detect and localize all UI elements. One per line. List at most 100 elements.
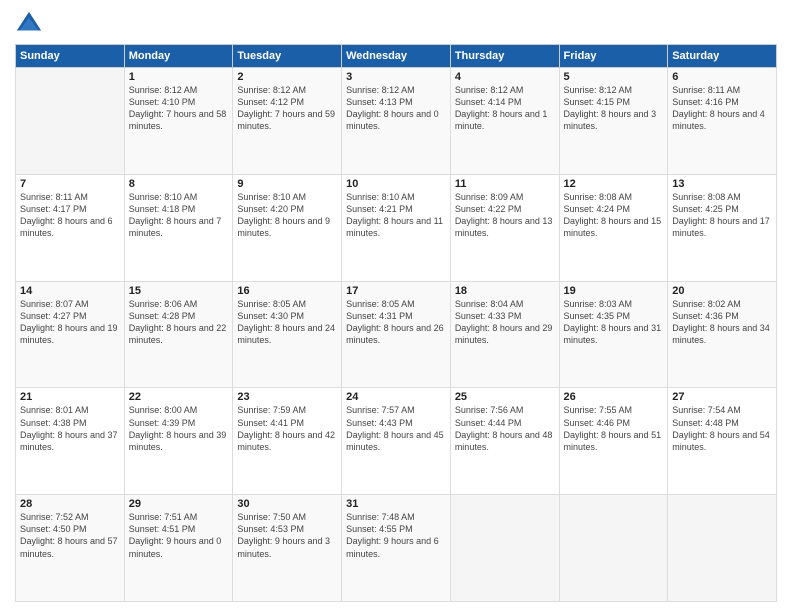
day-number: 1 bbox=[129, 71, 229, 83]
day-detail: Sunrise: 8:12 AMSunset: 4:12 PMDaylight:… bbox=[237, 84, 337, 133]
page: SundayMondayTuesdayWednesdayThursdayFrid… bbox=[0, 0, 792, 612]
day-detail: Sunrise: 8:12 AMSunset: 4:10 PMDaylight:… bbox=[129, 84, 229, 133]
day-number: 28 bbox=[20, 498, 120, 510]
logo-icon bbox=[15, 10, 43, 38]
header bbox=[15, 10, 777, 38]
day-cell: 8Sunrise: 8:10 AMSunset: 4:18 PMDaylight… bbox=[124, 174, 233, 281]
logo bbox=[15, 10, 47, 38]
day-number: 21 bbox=[20, 391, 120, 403]
day-number: 16 bbox=[237, 285, 337, 297]
day-detail: Sunrise: 8:01 AMSunset: 4:38 PMDaylight:… bbox=[20, 404, 120, 453]
day-cell: 18Sunrise: 8:04 AMSunset: 4:33 PMDayligh… bbox=[450, 281, 559, 388]
day-number: 12 bbox=[564, 178, 664, 190]
day-detail: Sunrise: 8:11 AMSunset: 4:17 PMDaylight:… bbox=[20, 191, 120, 240]
day-detail: Sunrise: 7:59 AMSunset: 4:41 PMDaylight:… bbox=[237, 404, 337, 453]
day-detail: Sunrise: 8:05 AMSunset: 4:31 PMDaylight:… bbox=[346, 298, 446, 347]
day-detail: Sunrise: 7:57 AMSunset: 4:43 PMDaylight:… bbox=[346, 404, 446, 453]
week-row-4: 28Sunrise: 7:52 AMSunset: 4:50 PMDayligh… bbox=[16, 495, 777, 602]
day-detail: Sunrise: 7:51 AMSunset: 4:51 PMDaylight:… bbox=[129, 511, 229, 560]
calendar-header: SundayMondayTuesdayWednesdayThursdayFrid… bbox=[16, 45, 777, 68]
day-number: 29 bbox=[129, 498, 229, 510]
header-saturday: Saturday bbox=[668, 45, 777, 68]
day-detail: Sunrise: 7:48 AMSunset: 4:55 PMDaylight:… bbox=[346, 511, 446, 560]
day-detail: Sunrise: 8:12 AMSunset: 4:14 PMDaylight:… bbox=[455, 84, 555, 133]
day-cell: 6Sunrise: 8:11 AMSunset: 4:16 PMDaylight… bbox=[668, 68, 777, 175]
header-friday: Friday bbox=[559, 45, 668, 68]
day-detail: Sunrise: 8:08 AMSunset: 4:24 PMDaylight:… bbox=[564, 191, 664, 240]
day-number: 27 bbox=[672, 391, 772, 403]
day-detail: Sunrise: 7:54 AMSunset: 4:48 PMDaylight:… bbox=[672, 404, 772, 453]
day-detail: Sunrise: 8:10 AMSunset: 4:21 PMDaylight:… bbox=[346, 191, 446, 240]
day-number: 5 bbox=[564, 71, 664, 83]
day-number: 13 bbox=[672, 178, 772, 190]
day-detail: Sunrise: 8:06 AMSunset: 4:28 PMDaylight:… bbox=[129, 298, 229, 347]
day-number: 18 bbox=[455, 285, 555, 297]
day-cell: 22Sunrise: 8:00 AMSunset: 4:39 PMDayligh… bbox=[124, 388, 233, 495]
week-row-1: 7Sunrise: 8:11 AMSunset: 4:17 PMDaylight… bbox=[16, 174, 777, 281]
day-cell: 13Sunrise: 8:08 AMSunset: 4:25 PMDayligh… bbox=[668, 174, 777, 281]
header-monday: Monday bbox=[124, 45, 233, 68]
day-cell: 7Sunrise: 8:11 AMSunset: 4:17 PMDaylight… bbox=[16, 174, 125, 281]
day-number: 24 bbox=[346, 391, 446, 403]
day-number: 7 bbox=[20, 178, 120, 190]
week-row-0: 1Sunrise: 8:12 AMSunset: 4:10 PMDaylight… bbox=[16, 68, 777, 175]
day-detail: Sunrise: 7:50 AMSunset: 4:53 PMDaylight:… bbox=[237, 511, 337, 560]
day-cell bbox=[16, 68, 125, 175]
day-cell: 12Sunrise: 8:08 AMSunset: 4:24 PMDayligh… bbox=[559, 174, 668, 281]
day-detail: Sunrise: 8:03 AMSunset: 4:35 PMDaylight:… bbox=[564, 298, 664, 347]
header-wednesday: Wednesday bbox=[342, 45, 451, 68]
day-cell: 5Sunrise: 8:12 AMSunset: 4:15 PMDaylight… bbox=[559, 68, 668, 175]
day-number: 4 bbox=[455, 71, 555, 83]
day-cell: 27Sunrise: 7:54 AMSunset: 4:48 PMDayligh… bbox=[668, 388, 777, 495]
day-detail: Sunrise: 8:09 AMSunset: 4:22 PMDaylight:… bbox=[455, 191, 555, 240]
day-cell: 16Sunrise: 8:05 AMSunset: 4:30 PMDayligh… bbox=[233, 281, 342, 388]
day-detail: Sunrise: 7:56 AMSunset: 4:44 PMDaylight:… bbox=[455, 404, 555, 453]
day-detail: Sunrise: 7:55 AMSunset: 4:46 PMDaylight:… bbox=[564, 404, 664, 453]
day-detail: Sunrise: 8:10 AMSunset: 4:20 PMDaylight:… bbox=[237, 191, 337, 240]
day-cell: 25Sunrise: 7:56 AMSunset: 4:44 PMDayligh… bbox=[450, 388, 559, 495]
day-cell: 21Sunrise: 8:01 AMSunset: 4:38 PMDayligh… bbox=[16, 388, 125, 495]
day-cell: 15Sunrise: 8:06 AMSunset: 4:28 PMDayligh… bbox=[124, 281, 233, 388]
day-detail: Sunrise: 8:12 AMSunset: 4:15 PMDaylight:… bbox=[564, 84, 664, 133]
day-number: 2 bbox=[237, 71, 337, 83]
day-cell: 26Sunrise: 7:55 AMSunset: 4:46 PMDayligh… bbox=[559, 388, 668, 495]
day-number: 31 bbox=[346, 498, 446, 510]
day-cell bbox=[668, 495, 777, 602]
day-number: 9 bbox=[237, 178, 337, 190]
day-cell: 17Sunrise: 8:05 AMSunset: 4:31 PMDayligh… bbox=[342, 281, 451, 388]
day-number: 22 bbox=[129, 391, 229, 403]
day-cell: 14Sunrise: 8:07 AMSunset: 4:27 PMDayligh… bbox=[16, 281, 125, 388]
day-cell: 11Sunrise: 8:09 AMSunset: 4:22 PMDayligh… bbox=[450, 174, 559, 281]
day-detail: Sunrise: 8:05 AMSunset: 4:30 PMDaylight:… bbox=[237, 298, 337, 347]
day-detail: Sunrise: 8:12 AMSunset: 4:13 PMDaylight:… bbox=[346, 84, 446, 133]
day-number: 14 bbox=[20, 285, 120, 297]
day-cell: 10Sunrise: 8:10 AMSunset: 4:21 PMDayligh… bbox=[342, 174, 451, 281]
day-cell: 23Sunrise: 7:59 AMSunset: 4:41 PMDayligh… bbox=[233, 388, 342, 495]
day-detail: Sunrise: 8:04 AMSunset: 4:33 PMDaylight:… bbox=[455, 298, 555, 347]
day-cell: 1Sunrise: 8:12 AMSunset: 4:10 PMDaylight… bbox=[124, 68, 233, 175]
header-thursday: Thursday bbox=[450, 45, 559, 68]
day-detail: Sunrise: 7:52 AMSunset: 4:50 PMDaylight:… bbox=[20, 511, 120, 560]
week-row-2: 14Sunrise: 8:07 AMSunset: 4:27 PMDayligh… bbox=[16, 281, 777, 388]
day-number: 25 bbox=[455, 391, 555, 403]
day-detail: Sunrise: 8:08 AMSunset: 4:25 PMDaylight:… bbox=[672, 191, 772, 240]
day-number: 11 bbox=[455, 178, 555, 190]
day-number: 20 bbox=[672, 285, 772, 297]
day-detail: Sunrise: 8:11 AMSunset: 4:16 PMDaylight:… bbox=[672, 84, 772, 133]
day-cell: 19Sunrise: 8:03 AMSunset: 4:35 PMDayligh… bbox=[559, 281, 668, 388]
day-cell: 3Sunrise: 8:12 AMSunset: 4:13 PMDaylight… bbox=[342, 68, 451, 175]
day-cell bbox=[559, 495, 668, 602]
day-number: 8 bbox=[129, 178, 229, 190]
day-number: 30 bbox=[237, 498, 337, 510]
day-cell: 2Sunrise: 8:12 AMSunset: 4:12 PMDaylight… bbox=[233, 68, 342, 175]
day-number: 19 bbox=[564, 285, 664, 297]
day-number: 17 bbox=[346, 285, 446, 297]
week-row-3: 21Sunrise: 8:01 AMSunset: 4:38 PMDayligh… bbox=[16, 388, 777, 495]
day-number: 23 bbox=[237, 391, 337, 403]
day-cell bbox=[450, 495, 559, 602]
day-cell: 24Sunrise: 7:57 AMSunset: 4:43 PMDayligh… bbox=[342, 388, 451, 495]
header-sunday: Sunday bbox=[16, 45, 125, 68]
day-detail: Sunrise: 8:07 AMSunset: 4:27 PMDaylight:… bbox=[20, 298, 120, 347]
day-cell: 28Sunrise: 7:52 AMSunset: 4:50 PMDayligh… bbox=[16, 495, 125, 602]
day-cell: 30Sunrise: 7:50 AMSunset: 4:53 PMDayligh… bbox=[233, 495, 342, 602]
